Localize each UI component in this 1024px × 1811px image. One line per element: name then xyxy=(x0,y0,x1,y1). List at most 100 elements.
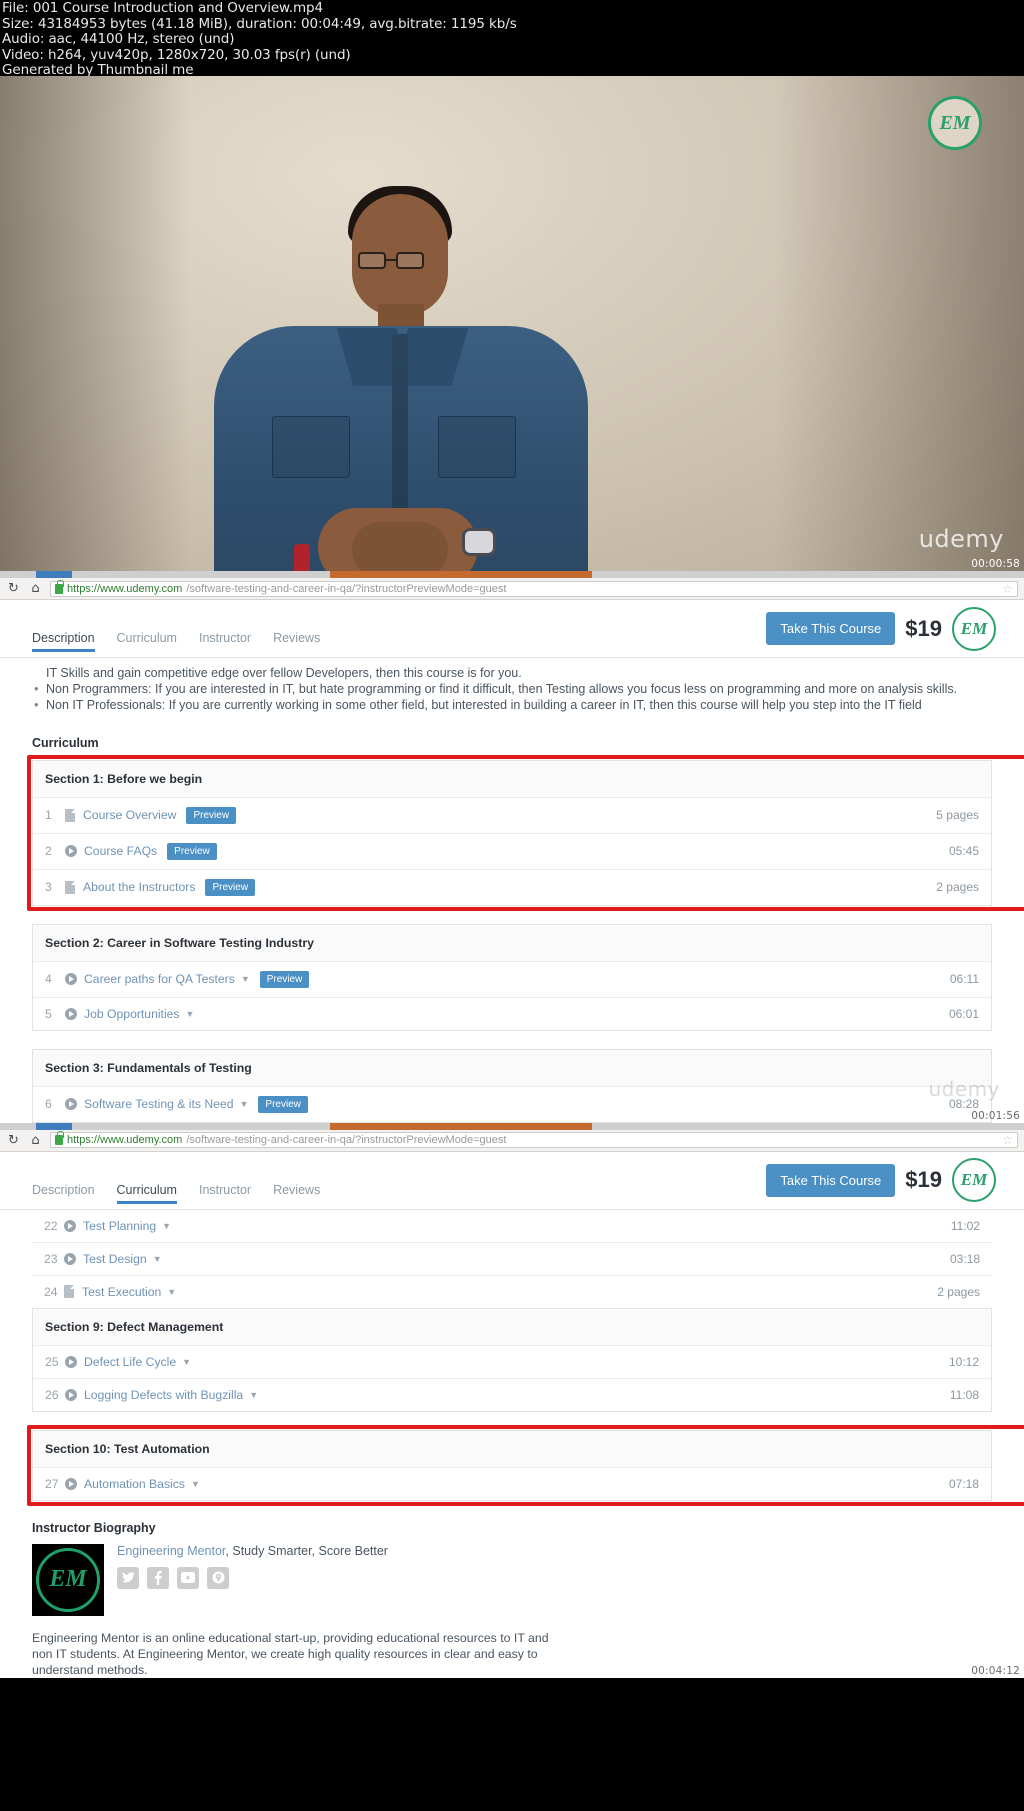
url-input[interactable]: https://www.udemy.com/software-testing-a… xyxy=(50,1131,1018,1149)
tab-instructor[interactable]: Instructor xyxy=(199,631,251,651)
browser-tabstrip xyxy=(0,571,1024,578)
lecture-row[interactable]: 26 Logging Defects with Bugzilla ▼ 11:08 xyxy=(33,1379,991,1411)
play-icon xyxy=(65,1477,77,1490)
lecture-title-link[interactable]: Automation Basics xyxy=(84,1477,185,1491)
location-icon[interactable] xyxy=(207,1566,229,1589)
section-title: Section 2: Career in Software Testing In… xyxy=(33,924,991,962)
bullet-2: Non IT Professionals: If you are current… xyxy=(32,697,992,713)
bullet-1: Non Programmers: If you are interested i… xyxy=(32,681,992,697)
panel1-body: IT Skills and gain competitive edge over… xyxy=(0,658,1024,1123)
lecture-row[interactable]: 22 Test Planning ▼ 11:02 xyxy=(32,1210,992,1243)
browser-panel-curriculum: ↻ ⌂ https://www.udemy.com/software-testi… xyxy=(0,1122,1024,1678)
play-icon xyxy=(64,1219,76,1232)
lecture-title-link[interactable]: Defect Life Cycle xyxy=(84,1355,176,1369)
lecture-title-link[interactable]: Software Testing & its Need xyxy=(84,1097,234,1111)
preview-badge[interactable]: Preview xyxy=(167,842,217,860)
lecture-row[interactable]: 1 Course Overview Preview 5 pages xyxy=(33,798,991,834)
url-domain: https://www.udemy.com xyxy=(67,1134,183,1147)
preview-badge[interactable]: Preview xyxy=(186,806,237,824)
chevron-down-icon[interactable]: ▼ xyxy=(191,1479,200,1489)
location-glyph xyxy=(212,1571,224,1584)
lecture-title-link[interactable]: Test Planning xyxy=(83,1219,156,1233)
panel2-timestamp: 00:04:12 xyxy=(971,1664,1020,1677)
lecture-title-link[interactable]: Career paths for QA Testers xyxy=(84,972,235,986)
document-icon xyxy=(64,1285,74,1299)
lecture-duration: 2 pages xyxy=(936,880,979,895)
wrist-band xyxy=(294,544,310,571)
lecture-row[interactable]: 27 Automation Basics ▼ 07:18 xyxy=(33,1468,991,1500)
chevron-down-icon[interactable]: ▼ xyxy=(241,974,250,984)
glasses-right-lens xyxy=(396,252,424,269)
tab-instructor[interactable]: Instructor xyxy=(199,1183,251,1203)
lecture-row[interactable]: 4 Career paths for QA Testers ▼ Preview 06:1… xyxy=(33,962,991,998)
home-icon[interactable]: ⌂ xyxy=(28,1133,43,1148)
meta-file: File: 001 Course Introduction and Overvi… xyxy=(2,0,323,16)
lecture-title-link[interactable]: Job Opportunities xyxy=(84,1007,180,1021)
instructor-name-link[interactable]: Engineering Mentor xyxy=(117,1544,225,1558)
lecture-title-link[interactable]: Course FAQs xyxy=(84,844,157,858)
url-input[interactable]: https://www.udemy.com/software-testing-a… xyxy=(50,579,1018,597)
curriculum-section: Section 3: Fundamentals of Testing 6 Softw… xyxy=(32,1048,992,1123)
social-links xyxy=(117,1566,388,1589)
lock-icon xyxy=(55,1131,64,1146)
reload-icon[interactable]: ↻ xyxy=(6,581,21,596)
home-icon[interactable]: ⌂ xyxy=(28,581,43,596)
youtube-icon[interactable] xyxy=(177,1566,199,1589)
curriculum-top-lectures: 22 Test Planning ▼ 11:02 23 Test Design ▼ 03:18… xyxy=(32,1209,992,1308)
chevron-down-icon[interactable]: ▼ xyxy=(249,1390,258,1400)
reload-icon[interactable]: ↻ xyxy=(6,1133,21,1148)
instructor-avatar: EM xyxy=(32,1543,104,1616)
lecture-duration: 06:01 xyxy=(948,1006,979,1021)
header-actions: Take This Course $19 EM xyxy=(766,606,996,651)
course-price: $19 xyxy=(905,615,942,641)
lecture-duration: 07:18 xyxy=(948,1476,979,1491)
lecture-row[interactable]: 5 Job Opportunities ▼ 06:01 xyxy=(33,998,991,1030)
lecture-row[interactable]: 2 Course FAQs Preview 05:45 xyxy=(33,834,991,870)
bookmark-star-icon[interactable]: ☆ xyxy=(1002,1133,1013,1147)
lecture-duration: 5 pages xyxy=(936,808,979,823)
em-logo-icon: EM xyxy=(952,1158,996,1203)
lecture-row[interactable]: 25 Defect Life Cycle ▼ 10:12 xyxy=(33,1346,991,1379)
play-icon xyxy=(65,1355,77,1368)
preview-badge[interactable]: Preview xyxy=(258,1095,308,1113)
tab-description[interactable]: Description xyxy=(32,631,95,652)
preview-badge[interactable]: Preview xyxy=(259,970,310,988)
lecture-row[interactable]: 23 Test Design ▼ 03:18 xyxy=(32,1243,992,1276)
document-icon xyxy=(65,808,75,822)
chevron-down-icon[interactable]: ▼ xyxy=(186,1009,195,1019)
twitter-icon[interactable] xyxy=(117,1566,139,1589)
lecture-number: 22 xyxy=(44,1218,58,1233)
shirt-pocket-right xyxy=(438,416,516,478)
take-this-course-button[interactable]: Take This Course xyxy=(766,612,896,645)
twitter-glyph xyxy=(121,1572,135,1583)
lecture-duration: 10:12 xyxy=(948,1354,979,1369)
bookmark-star-icon[interactable]: ☆ xyxy=(1002,582,1013,596)
lecture-title-link[interactable]: Logging Defects with Bugzilla xyxy=(84,1388,243,1402)
chevron-down-icon[interactable]: ▼ xyxy=(182,1357,191,1367)
chevron-down-icon[interactable]: ▼ xyxy=(162,1221,171,1231)
tab-description[interactable]: Description xyxy=(32,1183,95,1203)
take-this-course-button[interactable]: Take This Course xyxy=(766,1163,896,1197)
lecture-row[interactable]: 24 Test Execution ▼ 2 pages xyxy=(32,1276,992,1308)
lecture-number: 23 xyxy=(44,1251,58,1266)
lecture-row[interactable]: 6 Software Testing & its Need ▼ Preview 08:2… xyxy=(33,1087,991,1122)
facebook-icon[interactable] xyxy=(147,1566,169,1589)
lecture-title-link[interactable]: Test Execution xyxy=(82,1285,161,1299)
chevron-down-icon[interactable]: ▼ xyxy=(153,1254,162,1264)
instructor-details: Engineering Mentor, Study Smarter, Score… xyxy=(117,1544,388,1616)
chevron-down-icon[interactable]: ▼ xyxy=(240,1099,249,1109)
section-title: Section 1: Before we begin xyxy=(33,760,991,798)
lecture-title-link[interactable]: Test Design xyxy=(83,1252,147,1266)
chevron-down-icon[interactable]: ▼ xyxy=(167,1287,176,1297)
tab-curriculum[interactable]: Curriculum xyxy=(117,631,177,651)
meta-video: Video: h264, yuv420p, 1280x720, 30.03 fp… xyxy=(2,46,351,63)
preview-badge[interactable]: Preview xyxy=(205,878,256,896)
browser-panel-description: ↻ ⌂ https://www.udemy.com/software-testi… xyxy=(0,571,1024,1123)
tab-reviews[interactable]: Reviews xyxy=(273,631,320,651)
lecture-title-link[interactable]: Course Overview xyxy=(83,808,176,822)
lecture-row[interactable]: 3 About the Instructors Preview 2 pages xyxy=(33,870,991,905)
tab-curriculum[interactable]: Curriculum xyxy=(116,1183,178,1204)
url-path: /software-testing-and-career-in-qa/?inst… xyxy=(186,582,507,595)
lecture-title-link[interactable]: About the Instructors xyxy=(83,880,195,894)
tab-reviews[interactable]: Reviews xyxy=(273,1183,320,1203)
